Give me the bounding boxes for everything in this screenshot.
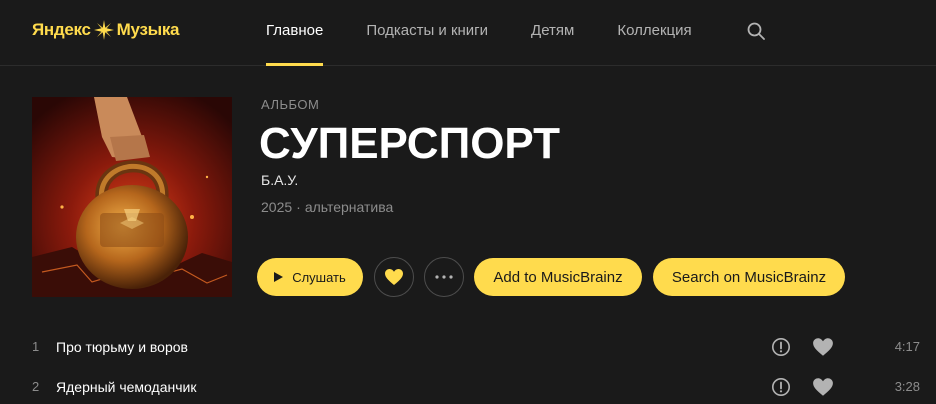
nav-item-kids[interactable]: Детям [531,0,574,66]
heart-icon [385,269,403,285]
track-number: 1 [32,339,40,354]
add-to-musicbrainz-button[interactable]: Add to MusicBrainz [474,258,642,296]
nav-item-main[interactable]: Главное [266,0,324,66]
logo-yandex-text: Яндекс [32,20,91,39]
album-genre-link[interactable]: альтернатива [305,199,394,215]
album-artist-link[interactable]: Б.А.У. [261,172,298,188]
heart-icon[interactable] [812,377,834,397]
track-duration: 4:17 [894,339,920,354]
heart-icon[interactable] [812,337,834,357]
top-header: Яндекс Музыка Главное Подкасты и книги Д… [0,0,936,66]
star-icon [93,20,114,40]
main-nav: Главное Подкасты и книги Детям Коллекция [266,0,735,66]
album-cover[interactable] [32,97,232,297]
track-duration: 3:28 [894,379,920,394]
track-number: 2 [32,379,40,394]
meta-separator: · [296,199,301,215]
warning-icon[interactable] [771,377,791,397]
track-row[interactable]: 2 Ядерный чемоданчик 3:28 [0,367,936,404]
play-icon [274,272,284,282]
track-title[interactable]: Ядерный чемоданчик [56,367,196,404]
album-meta: 2025 · альтернатива [261,199,393,215]
logo-music-text: Музыка [116,20,180,39]
album-title: СУПЕРСПОРТ [259,119,561,168]
play-button[interactable]: Слушать [257,258,363,296]
search-icon[interactable] [746,21,766,41]
yandex-music-logo[interactable]: Яндекс Музыка [32,18,180,42]
nav-item-collection[interactable]: Коллекция [617,0,691,66]
more-button[interactable] [424,257,464,297]
warning-icon[interactable] [771,337,791,357]
nav-item-podcasts[interactable]: Подкасты и книги [366,0,488,66]
like-button[interactable] [374,257,414,297]
more-icon [435,275,453,279]
album-type-label: АЛЬБОМ [261,97,320,112]
track-title[interactable]: Про тюрьму и воров [56,327,188,367]
album-year: 2025 [261,199,293,215]
play-button-label: Слушать [292,269,346,285]
track-row[interactable]: 1 Про тюрьму и воров 4:17 [0,327,936,367]
search-on-musicbrainz-button[interactable]: Search on MusicBrainz [653,258,845,296]
